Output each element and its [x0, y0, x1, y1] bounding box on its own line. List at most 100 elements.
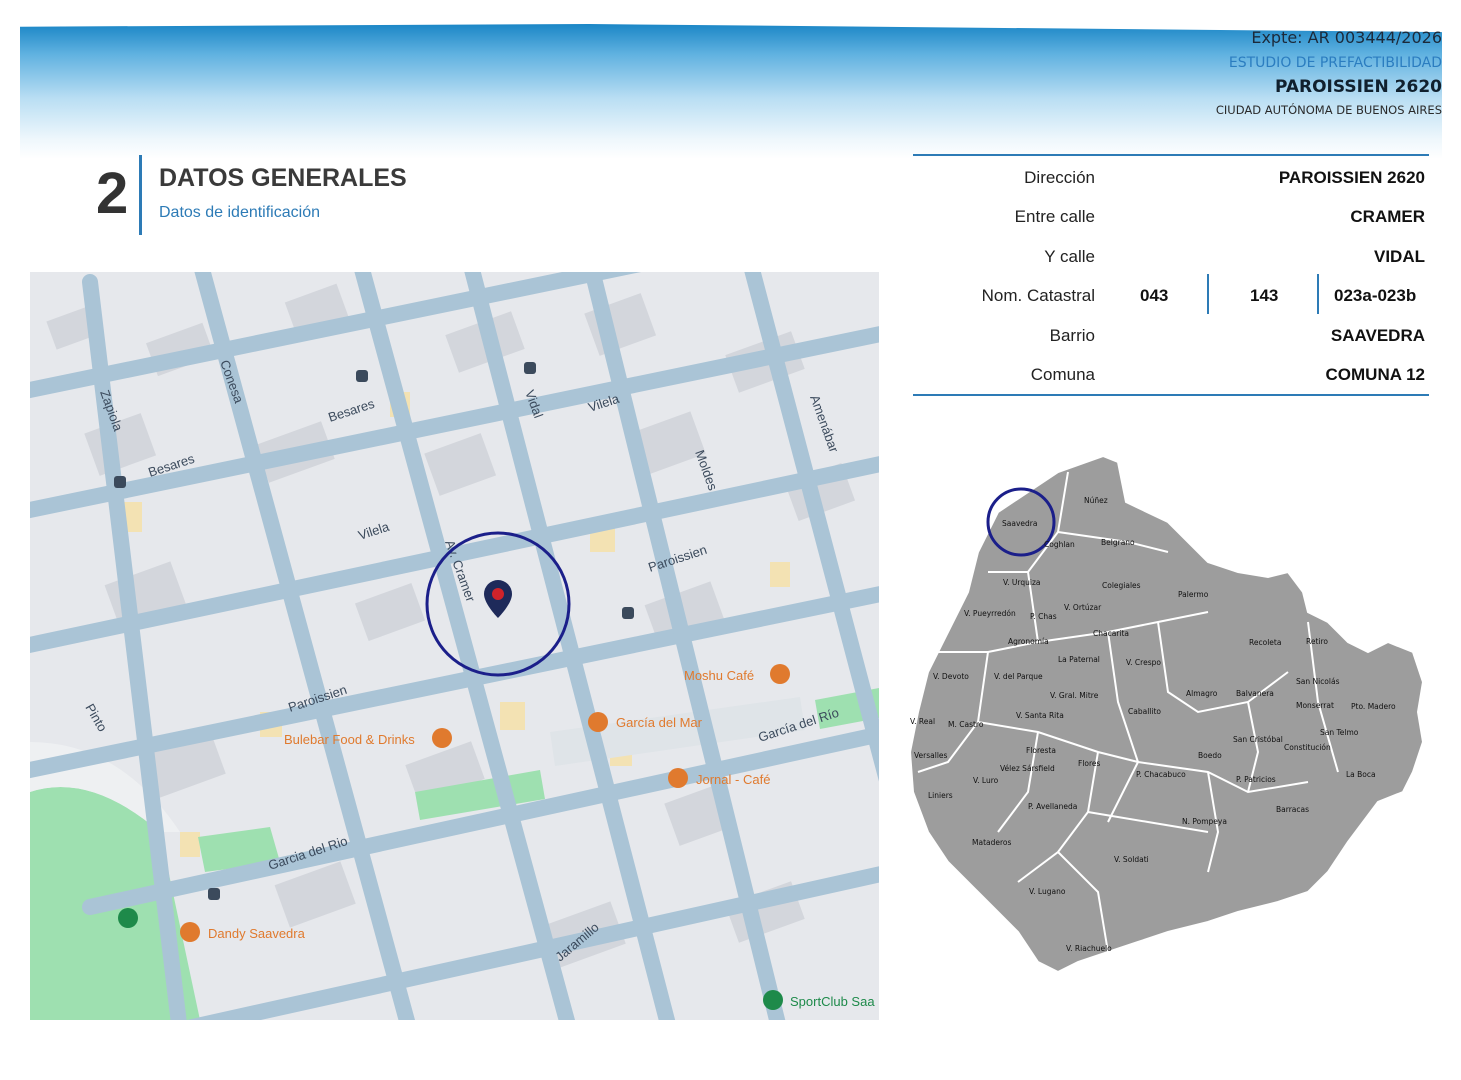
barrio-label: San Cristóbal	[1233, 735, 1283, 744]
barrio-label: Liniers	[928, 791, 953, 800]
barrio-label: P. Chacabuco	[1136, 770, 1186, 779]
barrio-label: Flores	[1078, 759, 1101, 768]
bus-stop-icon	[208, 888, 220, 900]
value-y-calle: VIDAL	[1374, 247, 1425, 266]
barrio-label: Saavedra	[1002, 519, 1037, 528]
row-entre-calle: Entre calle CRAMER	[913, 201, 1429, 231]
catastral-manzana: 143	[1250, 286, 1279, 305]
row-y-calle: Y calle VIDAL	[913, 241, 1429, 271]
poi-sportclub: SportClub Saa	[790, 994, 875, 1009]
barrio-label: V. Lugano	[1029, 887, 1066, 896]
row-direccion: Dirección PAROISSIEN 2620	[913, 162, 1429, 192]
barrio-label: Vélez Sársfield	[1000, 764, 1055, 773]
barrio-label: V. Ortúzar	[1064, 603, 1102, 612]
barrio-label: V. del Parque	[994, 672, 1043, 681]
barrio-label: V. Devoto	[933, 672, 969, 681]
barrio-label: San Telmo	[1320, 728, 1359, 737]
bus-stop-icon	[524, 362, 536, 374]
city-name: CIUDAD AUTÓNOMA DE BUENOS AIRES	[1215, 103, 1442, 117]
barrio-label: V. Crespo	[1126, 658, 1161, 667]
label-entre-calle: Entre calle	[1014, 207, 1095, 226]
row-comuna: Comuna COMUNA 12	[913, 359, 1429, 389]
barrio-label: La Paternal	[1058, 655, 1100, 664]
restaurant-icon	[588, 712, 608, 732]
barrio-label: P. Patricios	[1236, 775, 1276, 784]
barrio-label: Constitución	[1284, 743, 1331, 752]
barrio-label: Boedo	[1198, 751, 1222, 760]
value-entre-calle: CRAMER	[1350, 207, 1425, 226]
barrio-label: Colegiales	[1102, 581, 1141, 590]
barrio-label: P. Chas	[1030, 612, 1057, 621]
poi-garcia-mar: García del Mar	[616, 715, 703, 730]
bar-icon	[432, 728, 452, 748]
barrio-label: V. Santa Rita	[1016, 711, 1064, 720]
barrio-label: Caballito	[1128, 707, 1161, 716]
barrios-map: Saavedra Núñez Coghlan Belgrano V. Urqui…	[908, 452, 1430, 980]
expediente-number: Expte: AR 003444/2026	[1251, 28, 1442, 47]
poi-bulebar: Bulebar Food & Drinks	[284, 732, 415, 747]
section-subtitle: Datos de identificación	[159, 204, 320, 221]
barrio-label: V. Soldati	[1114, 855, 1149, 864]
barrio-label: Retiro	[1306, 637, 1328, 646]
section-divider	[139, 155, 142, 235]
header-text: Expte: AR 003444/2026 ESTUDIO DE PREFACT…	[1216, 28, 1442, 117]
park-icon	[118, 908, 138, 928]
poi-jornal: Jornal - Café	[696, 772, 770, 787]
row-nom-catastral: Nom. Catastral 043 143 023a-023b	[913, 274, 1429, 314]
barrio-label: Almagro	[1186, 689, 1218, 698]
value-direccion: PAROISSIEN 2620	[1278, 168, 1425, 187]
barrio-label: V. Riachuelo	[1066, 944, 1112, 953]
poi-moshu: Moshu Café	[684, 668, 754, 683]
barrio-label: V. Luro	[973, 776, 999, 785]
poi-dandy: Dandy Saavedra	[208, 926, 306, 941]
barrio-label: Núñez	[1084, 496, 1108, 505]
section-title: DATOS GENERALES	[159, 164, 407, 192]
barrio-label: Barracas	[1276, 805, 1309, 814]
barrio-label: V. Pueyrredón	[964, 609, 1016, 618]
barrio-label: Versalles	[914, 751, 948, 760]
barrio-label: Palermo	[1178, 590, 1209, 599]
bus-stop-icon	[114, 476, 126, 488]
property-address: PAROISSIEN 2620	[1274, 77, 1442, 97]
barrio-label: Agronomía	[1008, 637, 1049, 646]
gym-icon	[763, 990, 783, 1010]
label-direccion: Dirección	[1024, 168, 1095, 187]
barrio-label: Floresta	[1026, 746, 1056, 755]
cafe-icon	[668, 768, 688, 788]
barrio-label: Chacarita	[1093, 629, 1129, 638]
catastral-separator	[1207, 274, 1209, 314]
label-barrio: Barrio	[1049, 326, 1095, 345]
location-map[interactable]: Besares Besares Vilela Vilela Paroissien…	[30, 272, 879, 1020]
cafe-icon	[770, 664, 790, 684]
catastral-separator	[1317, 274, 1319, 314]
value-barrio: SAAVEDRA	[1330, 326, 1425, 345]
barrio-label: Recoleta	[1249, 638, 1281, 647]
barrio-label: Pto. Madero	[1351, 702, 1396, 711]
bus-stop-icon	[356, 370, 368, 382]
section-number: 2	[96, 161, 129, 226]
barrio-label: M. Castro	[948, 720, 984, 729]
restaurant-icon	[180, 922, 200, 942]
barrio-label: Monserrat	[1296, 701, 1334, 710]
study-type: ESTUDIO DE PREFACTIBILIDAD	[1228, 55, 1442, 71]
label-comuna: Comuna	[1030, 365, 1095, 384]
catastral-seccion: 043	[1140, 286, 1169, 305]
barrio-label: Coghlan	[1044, 540, 1075, 549]
barrio-label: Balvanera	[1236, 689, 1274, 698]
barrio-label: San Nicolás	[1296, 677, 1340, 686]
barrio-label: P. Avellaneda	[1028, 802, 1077, 811]
barrio-label: La Boca	[1346, 770, 1376, 779]
barrio-label: V. Gral. Mitre	[1050, 691, 1099, 700]
barrio-label: Belgrano	[1101, 538, 1135, 547]
identification-table: Dirección PAROISSIEN 2620 Entre calle CR…	[913, 154, 1429, 396]
catastral-parcela: 023a-023b	[1334, 286, 1417, 305]
row-barrio: Barrio SAAVEDRA	[913, 320, 1429, 350]
value-comuna: COMUNA 12	[1325, 365, 1426, 384]
barrio-label: N. Pompeya	[1182, 817, 1227, 826]
barrio-label: Mataderos	[972, 838, 1011, 847]
label-y-calle: Y calle	[1044, 247, 1095, 266]
barrio-label: V. Urquiza	[1003, 578, 1041, 587]
barrio-label: V. Real	[910, 717, 935, 726]
bus-stop-icon	[622, 607, 634, 619]
label-nom-catastral: Nom. Catastral	[981, 286, 1095, 305]
